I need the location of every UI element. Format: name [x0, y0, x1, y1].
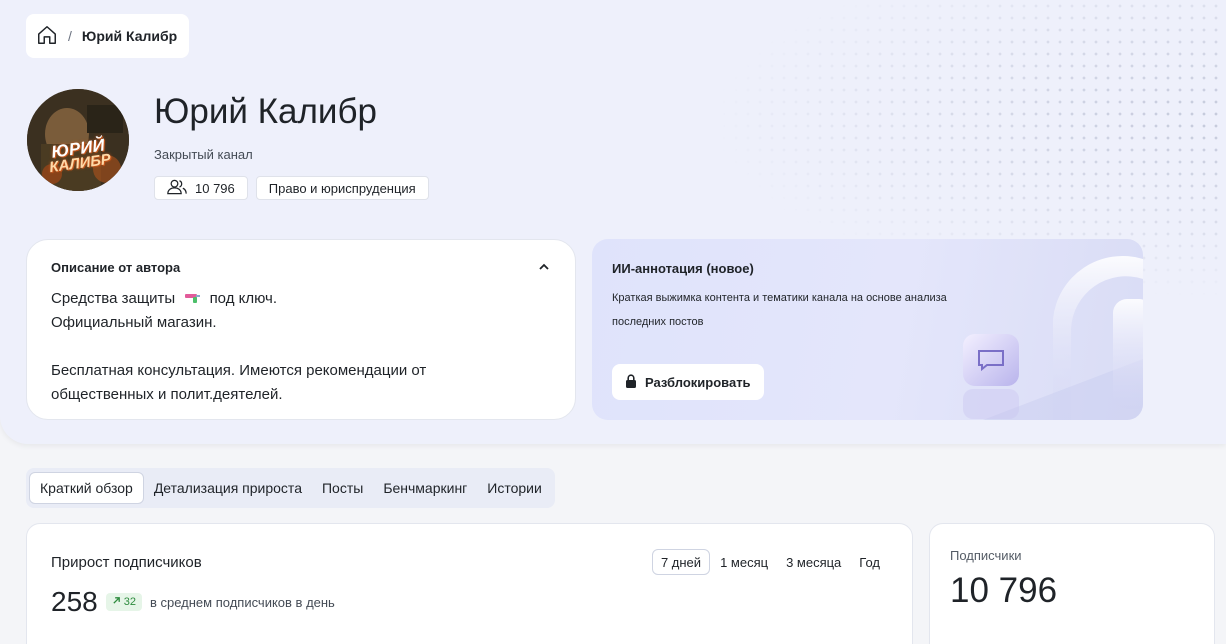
period-year[interactable]: Год	[851, 549, 888, 575]
subscribers-label: Подписчики	[950, 548, 1022, 563]
period-3-months[interactable]: 3 месяца	[778, 549, 849, 575]
users-icon	[167, 179, 187, 198]
page-title: Юрий Калибр	[154, 92, 377, 131]
growth-value: 258	[51, 586, 98, 617]
trend-badge: 32	[105, 593, 142, 611]
subscriber-growth-card: Прирост подписчиков 7 дней 1 месяц 3 мес…	[26, 523, 913, 644]
author-description-card: Описание от автора Средства защиты под к…	[26, 239, 576, 420]
period-1-month[interactable]: 1 месяц	[712, 549, 776, 575]
channel-chips: 10 796 Право и юриспруденция	[154, 176, 429, 200]
home-icon[interactable]	[36, 24, 58, 49]
description-text: Средства защиты под ключ. Официальный ма…	[51, 287, 551, 407]
subscribers-chip: 10 796	[154, 176, 248, 200]
tab-stories[interactable]: Истории	[477, 472, 552, 504]
tab-overview[interactable]: Краткий обзор	[29, 472, 144, 504]
avg-label: в среднем подписчиков в день	[149, 594, 335, 610]
breadcrumb-separator: /	[68, 28, 72, 44]
unlock-label: Разблокировать	[645, 374, 751, 390]
water-gun-icon	[183, 287, 201, 311]
avatar: ЮРИЙ КАЛИБР	[27, 89, 129, 191]
subscribers-value: 10 796	[950, 571, 1058, 610]
subscribers-count: 10 796	[195, 180, 235, 196]
unlock-button[interactable]: Разблокировать	[612, 364, 764, 400]
breadcrumb: / Юрий Калибр	[26, 14, 190, 58]
chat-cube-illustration	[963, 255, 1143, 420]
ai-annotation-card: ИИ-аннотация (новое) Краткая выжимка кон…	[592, 239, 1143, 420]
chevron-up-icon[interactable]	[537, 260, 551, 279]
tab-bar: Краткий обзор Детализация прироста Посты…	[26, 468, 555, 508]
period-7-days[interactable]: 7 дней	[651, 549, 711, 575]
channel-header: / Юрий Калибр ЮРИЙ КАЛИБР Юрий Калибр За…	[0, 0, 1226, 444]
description-title: Описание от автора	[51, 260, 181, 275]
breadcrumb-current: Юрий Калибр	[81, 28, 178, 44]
growth-summary: 258 32 в среднем подписчиков в день	[51, 586, 335, 618]
growth-title: Прирост подписчиков	[51, 554, 202, 571]
channel-type-label: Закрытый канал	[154, 147, 253, 162]
tab-growth-details[interactable]: Детализация прироста	[144, 472, 312, 504]
subscribers-card: Подписчики 10 796	[929, 523, 1215, 644]
tab-benchmarking[interactable]: Бенчмаркинг	[373, 472, 477, 504]
arrow-up-right-icon	[112, 596, 121, 608]
category-chip[interactable]: Право и юриспруденция	[255, 176, 429, 200]
trend-value: 32	[123, 596, 136, 608]
lock-icon	[625, 373, 637, 391]
tab-posts[interactable]: Посты	[312, 472, 373, 504]
period-switcher: 7 дней 1 месяц 3 месяца Год	[651, 549, 888, 575]
